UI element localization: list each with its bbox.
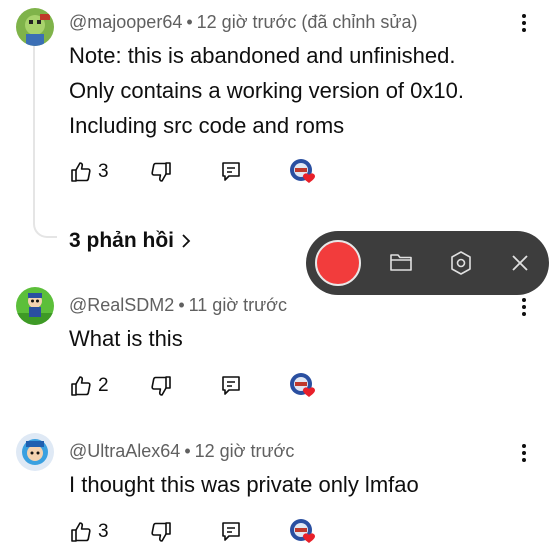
screen-recorder-toolbar [306,231,549,295]
reply-thread-connector [33,46,57,238]
like-icon[interactable] [69,374,93,403]
comment-time: 12 giờ trước (đã chỉnh sửa) [196,12,418,32]
comment-body: Note: this is abandoned and unfinished. … [69,38,464,143]
comment-time: 12 giờ trước [194,441,295,461]
like-count: 3 [98,521,109,542]
comment-body: I thought this was private only lmfao [69,467,419,502]
reply-icon[interactable] [220,374,242,403]
avatar-realsdm2[interactable] [16,287,54,325]
comment-line: Including src code and roms [69,113,345,138]
creator-heart-badge [289,372,319,407]
comment-line: Note: this is abandoned and unfinished. [69,43,456,68]
like-icon[interactable] [69,160,93,189]
dislike-icon[interactable] [149,160,173,189]
comment-meta: @RealSDM2 • 11 giờ trước [69,295,287,316]
comment-body: What is this [69,321,183,356]
comment-actions: 3 [69,519,329,549]
comment-menu-button[interactable] [521,298,527,320]
comment-time: 11 giờ trước [188,295,287,315]
reply-icon[interactable] [220,520,242,549]
comment-line: Only contains a working version of 0x10. [69,78,464,103]
dislike-icon[interactable] [149,374,173,403]
avatar-ultraalex64[interactable] [16,433,54,471]
folder-icon[interactable] [389,251,413,278]
like-count: 3 [98,161,109,182]
dislike-icon[interactable] [149,520,173,549]
settings-hex-icon[interactable] [449,250,473,281]
comment-author[interactable]: @UltraAlex64 [69,441,180,461]
comment-menu-button[interactable] [521,14,527,36]
record-button[interactable] [315,240,361,286]
meta-separator: • [186,12,193,32]
comment-line: What is this [69,326,183,351]
avatar-majooper64[interactable] [16,8,54,46]
creator-heart-badge [289,158,319,193]
comment-actions: 3 [69,159,329,189]
meta-separator: • [178,295,185,315]
view-replies-link[interactable]: 3 phản hồi [69,229,192,253]
comment-line: I thought this was private only lmfao [69,472,419,497]
comment-author[interactable]: @RealSDM2 [69,295,174,315]
comment-author[interactable]: @majooper64 [69,12,182,32]
comment-meta: @UltraAlex64 • 12 giờ trước [69,441,294,462]
reply-icon[interactable] [220,160,242,189]
close-icon[interactable] [510,253,530,278]
meta-separator: • [184,441,191,461]
comment-meta: @majooper64 • 12 giờ trước (đã chỉnh sửa) [69,12,417,33]
chevron-right-icon [182,234,191,248]
like-icon[interactable] [69,520,93,549]
like-count: 2 [98,375,109,396]
creator-heart-badge [289,518,319,553]
replies-label: 3 phản hồi [69,229,174,252]
comment-actions: 2 [69,373,329,403]
comment-menu-button[interactable] [521,444,527,466]
